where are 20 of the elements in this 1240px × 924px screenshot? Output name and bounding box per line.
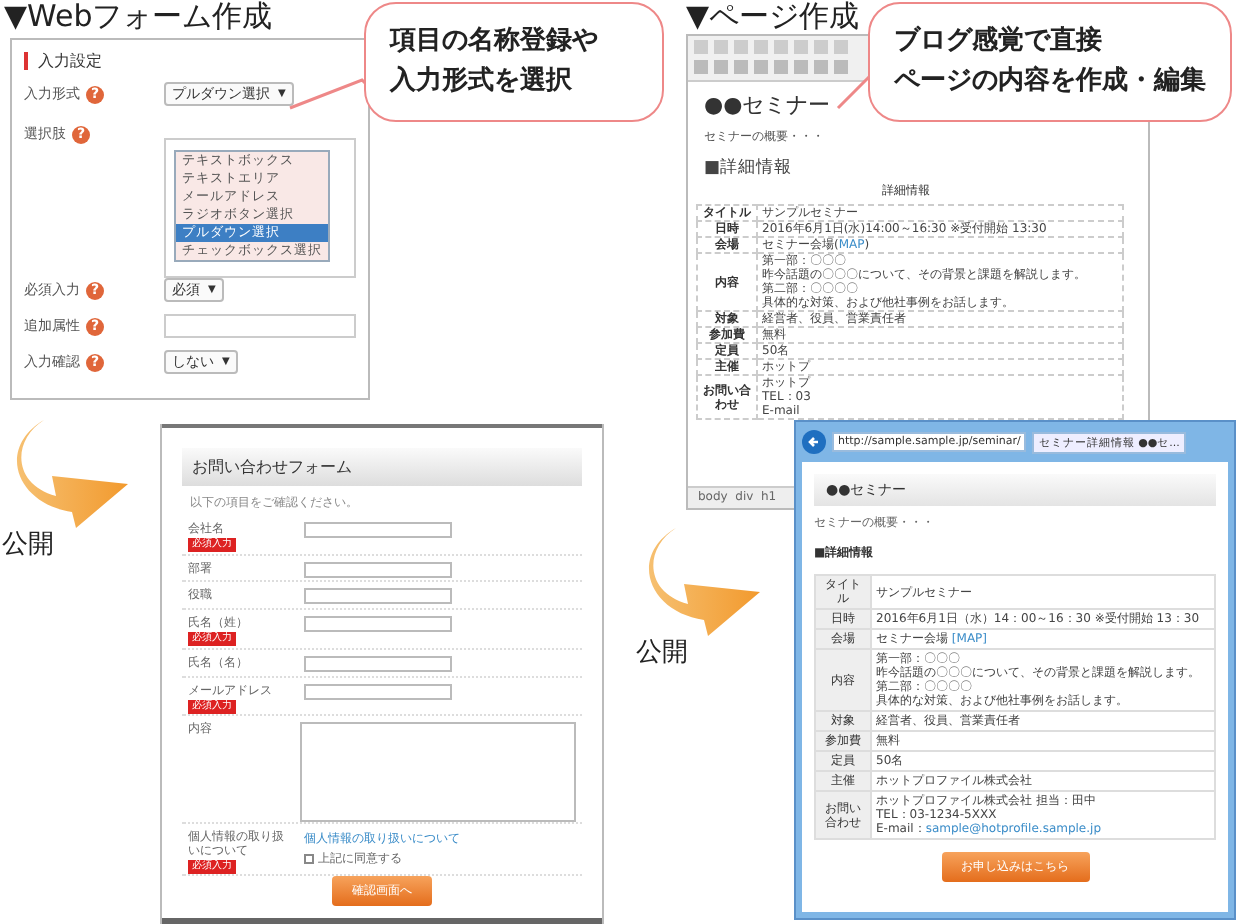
input-field[interactable] — [164, 314, 356, 338]
text-area[interactable] — [164, 138, 356, 278]
input-field[interactable] — [304, 561, 452, 578]
publish-label: 公開 — [2, 528, 54, 562]
section-heading: ▼ページ作成 — [686, 0, 860, 34]
back-icon[interactable] — [802, 430, 826, 454]
section-heading: ▼Webフォーム作成 — [4, 0, 273, 34]
input-field[interactable] — [304, 655, 452, 672]
input-field[interactable] — [304, 522, 452, 538]
publish-label: 公開 — [636, 636, 688, 670]
input-field[interactable] — [304, 588, 452, 605]
section-title: ■詳細情報 — [702, 156, 795, 180]
callout-bubble: 項目の名称登録や 入力形式を選択 — [364, 2, 664, 122]
checkbox[interactable] — [304, 854, 314, 865]
page-title: ●●セミナー — [702, 90, 831, 120]
callout-bubble: ブログ感覚で直接 ページの内容を作成・編集 — [868, 2, 1232, 122]
text-area[interactable] — [299, 722, 576, 823]
input-field[interactable] — [304, 683, 452, 700]
input-field[interactable] — [304, 616, 452, 633]
form-title: お問い合わせフォーム — [182, 448, 582, 486]
